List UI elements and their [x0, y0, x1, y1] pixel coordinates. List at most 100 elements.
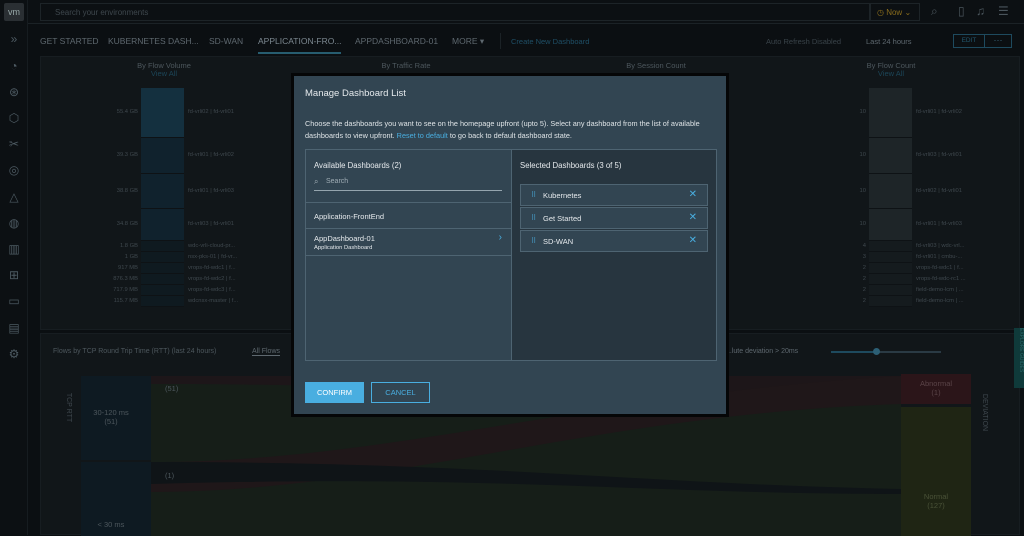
remove-icon[interactable]: ✕ — [689, 189, 697, 200]
bar-label[interactable]: vrops-fd-wdc1 | f... — [188, 265, 236, 271]
create-dashboard-link[interactable]: Create New Dashboard — [511, 37, 589, 46]
settings-icon[interactable]: ⚙ — [6, 346, 22, 362]
bar-label[interactable]: fd-vrli01 | cmbu-... — [916, 254, 962, 260]
bar-label[interactable]: fd-vrli02 | fd-vrli01 — [916, 188, 962, 194]
bar-label[interactable]: field-demo-lcm | ... — [916, 298, 964, 304]
bar-label[interactable]: fd-vrli01 | fd-vrli02 — [916, 109, 962, 115]
bar-label[interactable]: fd-vrli01 | fd-vrli02 — [188, 152, 234, 158]
alert-icon[interactable]: △ — [6, 189, 22, 205]
node-lt30-label[interactable]: < 30 ms — [81, 520, 141, 529]
drag-handle-icon[interactable]: ⠿ — [531, 237, 536, 245]
drag-handle-icon[interactable]: ⠿ — [531, 191, 536, 199]
view-all-link[interactable]: View All — [811, 69, 971, 78]
network-icon[interactable]: ⊛ — [6, 84, 22, 100]
bar-label[interactable]: fd-vrli01 | fd-vrli03 — [188, 188, 234, 194]
flow-count-a: (51) — [165, 384, 179, 393]
manage-dashboard-dialog: Manage Dashboard List Choose the dashboa… — [291, 73, 729, 417]
chevron-right-icon[interactable]: › — [499, 232, 502, 243]
bar-segment[interactable] — [141, 88, 184, 138]
more-actions-button[interactable]: ··· — [984, 34, 1012, 48]
bar-segment[interactable] — [141, 252, 184, 263]
bar-segment[interactable] — [141, 274, 184, 285]
node-30-120-label[interactable]: 30-120 ms (51) — [81, 408, 141, 426]
normal-label[interactable]: Normal (127) — [901, 492, 971, 510]
bar-segment[interactable] — [869, 285, 912, 296]
bar-label[interactable]: field-demo-lcm | ... — [916, 287, 964, 293]
bar-label[interactable]: fd-vrli01 | fd-vrli03 — [916, 221, 962, 227]
bar-segment[interactable] — [141, 285, 184, 296]
monitor-icon[interactable]: ▭ — [6, 293, 22, 309]
search-icon[interactable]: ⌕ — [931, 4, 938, 19]
bar-label[interactable]: vrops-fd-wdc3 | f... — [188, 287, 236, 293]
search-input[interactable]: ⌕ Search — [314, 176, 502, 191]
time-selector[interactable]: ◷ Now ⌄ — [870, 3, 920, 21]
bar-segment[interactable] — [869, 88, 912, 138]
confirm-button[interactable]: CONFIRM — [305, 382, 364, 403]
abnormal-label[interactable]: Abnormal (1) — [901, 379, 971, 397]
bar-segment[interactable] — [869, 138, 912, 174]
bar-label[interactable]: vrops-fd-wdc-rc1 ... — [916, 276, 966, 282]
auto-refresh-toggle[interactable]: Auto Refresh Disabled — [766, 37, 841, 46]
bar-segment[interactable] — [869, 209, 912, 241]
dialog-description: Choose the dashboards you want to see on… — [305, 119, 700, 140]
menu-icon[interactable]: ☰ — [998, 4, 1009, 18]
bar-segment[interactable] — [141, 263, 184, 274]
remove-icon[interactable]: ✕ — [689, 212, 697, 223]
bar-segment[interactable] — [869, 252, 912, 263]
bell-icon[interactable]: ♫ — [976, 4, 985, 18]
tab-appdashboard-01[interactable]: APPDASHBOARD-01 — [355, 36, 438, 46]
tab-application-frontend[interactable]: APPLICATION-FRO... — [258, 36, 342, 54]
bar-label[interactable]: wdc-vrli-cloud-pr... — [188, 243, 235, 249]
tab-more[interactable]: MORE ▾ — [452, 36, 484, 47]
available-item[interactable]: Application-FrontEnd — [306, 202, 512, 228]
view-all-link[interactable]: View All — [84, 69, 244, 78]
cluster-icon[interactable]: ⬡ — [6, 110, 22, 126]
bar-value: 2 — [862, 286, 866, 293]
bar-value: 10 — [859, 187, 866, 194]
topology-icon[interactable]: ⊞ — [6, 267, 22, 283]
bar-segment[interactable] — [141, 174, 184, 209]
remove-icon[interactable]: ✕ — [689, 235, 697, 246]
bar-label[interactable]: fd-vrli03 | fd-vrli01 — [916, 152, 962, 158]
tab-sd-wan[interactable]: SD-WAN — [209, 36, 243, 46]
bookmark-icon[interactable]: ▯ — [958, 4, 965, 18]
tools-icon[interactable]: ✂ — [6, 136, 22, 152]
bar-segment[interactable] — [869, 296, 912, 307]
explore-guides-tab[interactable]: EXPLORE GUIDES — [1014, 328, 1024, 388]
bar-label[interactable]: vrops-fd-wdc2 | f... — [188, 276, 236, 282]
target-icon[interactable]: ◎ — [6, 162, 22, 178]
bar-label[interactable]: wdcnsx-master | f... — [188, 298, 238, 304]
bar-label[interactable]: fd-vrli02 | fd-vrli01 — [188, 109, 234, 115]
drag-handle-icon[interactable]: ⠿ — [531, 214, 536, 222]
bar-segment[interactable] — [869, 274, 912, 285]
bar-segment[interactable] — [869, 174, 912, 209]
bar-value: 1 GB — [124, 253, 138, 260]
reports-icon[interactable]: ▤ — [6, 320, 22, 336]
cancel-button[interactable]: CANCEL — [371, 382, 430, 403]
dashboard-icon[interactable]: ◔ — [6, 58, 22, 74]
edit-button[interactable]: EDIT — [953, 34, 985, 48]
tab-kubernetes[interactable]: KUBERNETES DASH... — [108, 36, 199, 46]
bar-segment[interactable] — [141, 296, 184, 307]
dialog-title: Manage Dashboard List — [305, 88, 406, 99]
time-range[interactable]: Last 24 hours — [866, 37, 911, 46]
bar-segment[interactable] — [869, 263, 912, 274]
bar-label[interactable]: vrops-fd-wdc1 | f... — [916, 265, 964, 271]
selected-item[interactable]: ⠿ Get Started ✕ — [520, 207, 708, 229]
globe-icon[interactable]: ◍ — [6, 215, 22, 231]
tab-get-started[interactable]: GET STARTED — [40, 36, 99, 46]
selected-item[interactable]: ⠿ SD-WAN ✕ — [520, 230, 708, 252]
bar-label[interactable]: fd-vrli03 | wdc-vrl... — [916, 243, 965, 249]
bar-label[interactable]: nsx-pks-01 | fd-vr... — [188, 254, 237, 260]
expand-icon[interactable]: » — [6, 31, 22, 47]
analytics-icon[interactable]: ▥ — [6, 241, 22, 257]
available-item[interactable]: AppDashboard-01 Application Dashboard › — [306, 228, 512, 256]
selected-item[interactable]: ⠿ Kubernetes ✕ — [520, 184, 708, 206]
bar-segment[interactable] — [141, 209, 184, 241]
search-input[interactable]: Search your environments — [40, 3, 870, 21]
bar-segment[interactable] — [141, 138, 184, 174]
bar-segment[interactable] — [869, 241, 912, 252]
reset-default-link[interactable]: Reset to default — [397, 131, 448, 140]
bar-segment[interactable] — [141, 241, 184, 252]
bar-label[interactable]: fd-vrli03 | fd-vrli01 — [188, 221, 234, 227]
